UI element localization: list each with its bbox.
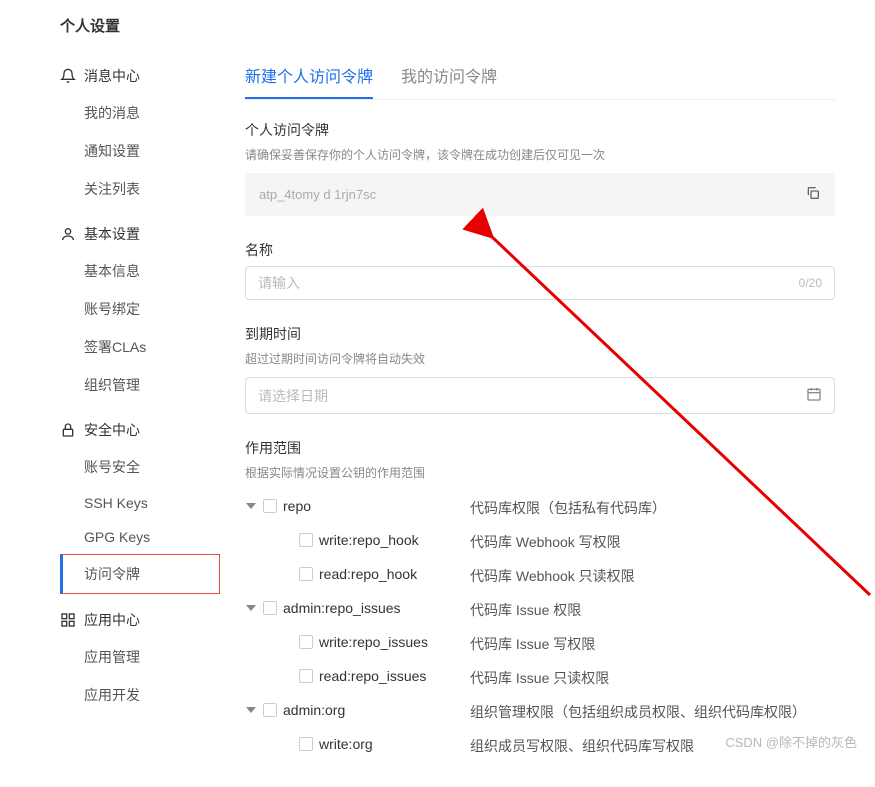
scope-section: 作用范围 根据实际情况设置公钥的作用范围 repo 代码库权限（包括私有代码库） w…	[245, 438, 835, 763]
scope-row: write:repo_issues 代码库 Issue 写权限	[245, 627, 835, 661]
name-input[interactable]	[258, 275, 799, 291]
scope-label: 作用范围	[245, 438, 835, 458]
nav-header-bell[interactable]: 消息中心	[60, 58, 215, 94]
scope-checkbox[interactable]	[299, 533, 313, 547]
scope-left: admin:repo_issues	[245, 600, 470, 616]
tabs: 新建个人访问令牌我的访问令牌	[245, 63, 835, 100]
scope-row: admin:org 组织管理权限（包括组织成员权限、组织代码库权限）	[245, 695, 835, 729]
scope-row: write:repo_hook 代码库 Webhook 写权限	[245, 525, 835, 559]
date-input-wrapper[interactable]	[245, 377, 835, 414]
name-label: 名称	[245, 240, 835, 260]
sidebar-item[interactable]: SSH Keys	[60, 486, 215, 520]
scope-key: write:repo_hook	[319, 532, 419, 548]
scope-row: read:repo_hook 代码库 Webhook 只读权限	[245, 559, 835, 593]
sidebar-item[interactable]: 账号安全	[60, 448, 215, 486]
expire-section: 到期时间 超过过期时间访问令牌将自动失效	[245, 324, 835, 414]
chevron-down-icon[interactable]	[245, 500, 257, 512]
scope-key: write:repo_issues	[319, 634, 428, 650]
scope-checkbox[interactable]	[299, 567, 313, 581]
scope-key: read:repo_issues	[319, 668, 426, 684]
sidebar-item[interactable]: 通知设置	[60, 132, 215, 170]
scope-key: admin:repo_issues	[283, 600, 401, 616]
scope-desc: 代码库 Webhook 只读权限	[470, 566, 835, 586]
calendar-icon[interactable]	[806, 386, 822, 405]
nav-group: 应用中心应用管理应用开发	[60, 602, 215, 714]
scope-checkbox[interactable]	[299, 635, 313, 649]
scope-key: read:repo_hook	[319, 566, 417, 582]
tab[interactable]: 我的访问令牌	[401, 63, 497, 99]
sidebar-item[interactable]: 访问令牌	[60, 554, 220, 594]
scope-left: read:repo_issues	[245, 668, 470, 684]
scope-checkbox[interactable]	[263, 703, 277, 717]
name-section: 名称 0/20	[245, 240, 835, 300]
scope-row: read:repo_issues 代码库 Issue 只读权限	[245, 661, 835, 695]
scope-left: write:org	[245, 736, 470, 752]
sidebar-item[interactable]: 账号绑定	[60, 290, 215, 328]
chevron-down-icon[interactable]	[245, 704, 257, 716]
scope-checkbox[interactable]	[263, 601, 277, 615]
token-label: 个人访问令牌	[245, 120, 835, 140]
scope-checkbox[interactable]	[299, 737, 313, 751]
sidebar-item[interactable]: 签署CLAs	[60, 328, 215, 366]
scope-key: write:org	[319, 736, 373, 752]
bell-icon	[60, 68, 76, 84]
nav-header-lock[interactable]: 安全中心	[60, 412, 215, 448]
scope-desc: 代码库权限（包括私有代码库）	[470, 498, 835, 518]
token-box: atp_4tomy d 1rjn7sc	[245, 173, 835, 216]
scope-row: repo 代码库权限（包括私有代码库）	[245, 491, 835, 525]
scope-row: admin:repo_issues 代码库 Issue 权限	[245, 593, 835, 627]
sidebar: 个人设置 消息中心我的消息通知设置关注列表基本设置基本信息账号绑定签署CLAs组…	[60, 15, 215, 787]
scope-key: admin:org	[283, 702, 345, 718]
nav-group: 消息中心我的消息通知设置关注列表	[60, 58, 215, 208]
tab[interactable]: 新建个人访问令牌	[245, 63, 373, 99]
scope-left: read:repo_hook	[245, 566, 470, 582]
sidebar-item[interactable]: GPG Keys	[60, 520, 215, 554]
scope-checkbox[interactable]	[299, 669, 313, 683]
scope-left: repo	[245, 498, 470, 514]
nav-header-label: 应用中心	[84, 610, 140, 630]
nav-header-label: 安全中心	[84, 420, 140, 440]
nav-header-label: 基本设置	[84, 224, 140, 244]
scope-desc: 代码库 Issue 权限	[470, 600, 835, 620]
sidebar-item[interactable]: 应用管理	[60, 638, 215, 676]
watermark: CSDN @除不掉的灰色	[725, 732, 857, 751]
scope-left: admin:org	[245, 702, 470, 718]
scope-desc: 代码库 Issue 写权限	[470, 634, 835, 654]
apps-icon	[60, 612, 76, 628]
date-input[interactable]	[258, 388, 806, 404]
expire-hint: 超过过期时间访问令牌将自动失效	[245, 350, 835, 367]
nav-group: 安全中心账号安全SSH KeysGPG Keys访问令牌	[60, 412, 215, 594]
name-input-wrapper: 0/20	[245, 266, 835, 300]
sidebar-item[interactable]: 基本信息	[60, 252, 215, 290]
token-value: atp_4tomy d 1rjn7sc	[259, 187, 376, 202]
user-icon	[60, 226, 76, 242]
scope-hint: 根据实际情况设置公钥的作用范围	[245, 464, 835, 481]
nav-header-apps[interactable]: 应用中心	[60, 602, 215, 638]
token-hint: 请确保妥善保存你的个人访问令牌，该令牌在成功创建后仅可见一次	[245, 146, 835, 163]
nav-header-label: 消息中心	[84, 66, 140, 86]
scope-checkbox[interactable]	[263, 499, 277, 513]
token-section: 个人访问令牌 请确保妥善保存你的个人访问令牌，该令牌在成功创建后仅可见一次 at…	[245, 120, 835, 216]
chevron-down-icon[interactable]	[245, 602, 257, 614]
scope-left: write:repo_issues	[245, 634, 470, 650]
copy-icon[interactable]	[805, 185, 821, 204]
sidebar-item[interactable]: 组织管理	[60, 366, 215, 404]
main-content: 新建个人访问令牌我的访问令牌 个人访问令牌 请确保妥善保存你的个人访问令牌，该令…	[215, 15, 875, 787]
scope-left: write:repo_hook	[245, 532, 470, 548]
expire-label: 到期时间	[245, 324, 835, 344]
sidebar-item[interactable]: 应用开发	[60, 676, 215, 714]
scope-desc: 组织管理权限（包括组织成员权限、组织代码库权限）	[470, 702, 835, 722]
scope-desc: 代码库 Issue 只读权限	[470, 668, 835, 688]
scope-key: repo	[283, 498, 311, 514]
scope-desc: 代码库 Webhook 写权限	[470, 532, 835, 552]
nav-group: 基本设置基本信息账号绑定签署CLAs组织管理	[60, 216, 215, 404]
lock-icon	[60, 422, 76, 438]
sidebar-item[interactable]: 我的消息	[60, 94, 215, 132]
name-count: 0/20	[799, 276, 822, 290]
page-title: 个人设置	[60, 15, 215, 36]
nav-header-user[interactable]: 基本设置	[60, 216, 215, 252]
sidebar-item[interactable]: 关注列表	[60, 170, 215, 208]
